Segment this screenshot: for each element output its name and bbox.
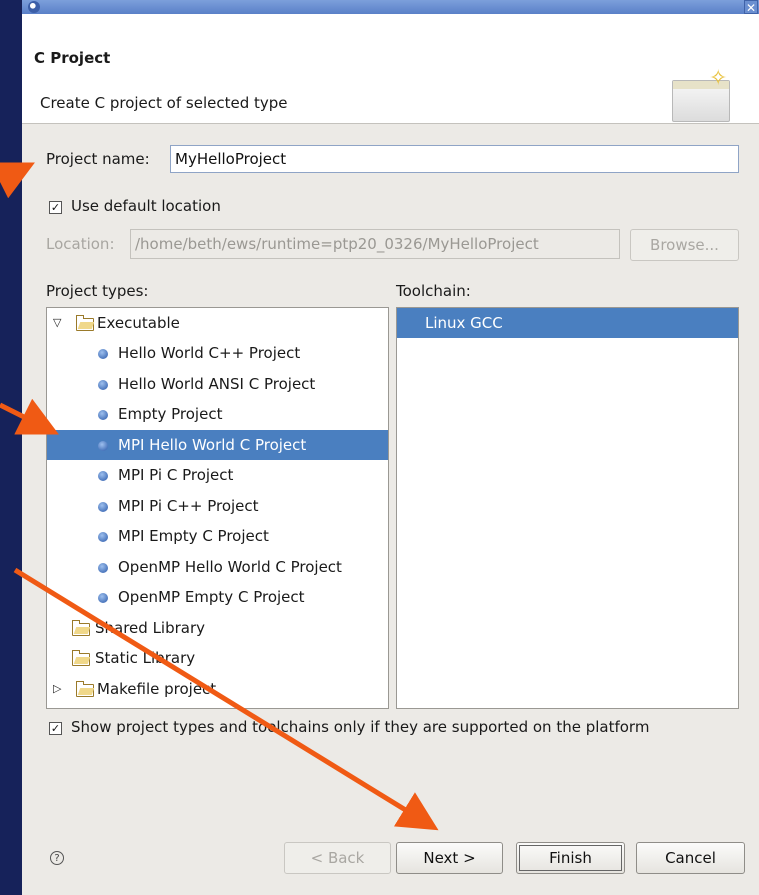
tree-item-label: Shared Library: [95, 619, 206, 637]
toolchain-item-label: Linux GCC: [425, 314, 503, 332]
back-button[interactable]: < Back: [284, 842, 391, 874]
tree-item-mpi-pi-cpp[interactable]: MPI Pi C++ Project: [47, 491, 388, 521]
cancel-button[interactable]: Cancel: [636, 842, 745, 874]
project-bullet-icon: [98, 441, 108, 451]
folder-icon: [72, 650, 90, 666]
page-description: Create C project of selected type: [40, 94, 288, 112]
expand-triangle-icon[interactable]: ▽: [53, 308, 61, 338]
project-bullet-icon: [98, 349, 108, 359]
project-bullet-icon: [98, 502, 108, 512]
project-bullet-icon: [98, 532, 108, 542]
use-default-location-label: Use default location: [71, 197, 221, 215]
eclipse-icon: [28, 1, 40, 13]
supported-only-checkbox[interactable]: ✓: [49, 722, 62, 735]
tree-item-mpi-empty-c[interactable]: MPI Empty C Project: [47, 521, 388, 551]
project-bullet-icon: [98, 563, 108, 573]
project-types-label: Project types:: [46, 282, 149, 300]
tree-item-label: OpenMP Hello World C Project: [118, 558, 342, 576]
tree-item-label: MPI Pi C++ Project: [118, 497, 259, 515]
supported-only-label: Show project types and toolchains only i…: [71, 718, 650, 736]
tree-item-label: MPI Pi C Project: [118, 466, 234, 484]
project-name-input[interactable]: [170, 145, 739, 173]
help-icon[interactable]: ?: [50, 851, 64, 865]
toolchain-list[interactable]: Linux GCC: [396, 307, 739, 709]
wizard-banner-icon: ✧: [667, 66, 733, 122]
tree-item-openmp-hello-world-c[interactable]: OpenMP Hello World C Project: [47, 552, 388, 582]
tree-item-label: Empty Project: [118, 405, 223, 423]
collapse-triangle-icon[interactable]: ▷: [53, 674, 61, 704]
tree-item-mpi-pi-c[interactable]: MPI Pi C Project: [47, 460, 388, 490]
tree-item-hello-world-cpp[interactable]: Hello World C++ Project: [47, 338, 388, 368]
folder-icon: [76, 681, 94, 697]
new-c-project-dialog: ✕ C Project Create C project of selected…: [22, 0, 759, 895]
project-bullet-icon: [98, 471, 108, 481]
toolchain-item-linux-gcc[interactable]: Linux GCC: [397, 308, 738, 338]
project-bullet-icon: [98, 410, 108, 420]
browse-button[interactable]: Browse...: [630, 229, 739, 261]
folder-open-icon: [76, 315, 94, 331]
close-button[interactable]: ✕: [744, 0, 758, 15]
tree-item-executable[interactable]: ▽ Executable: [47, 308, 388, 338]
title-bar: ✕: [22, 0, 759, 15]
location-input[interactable]: [130, 229, 620, 259]
tree-item-label: MPI Hello World C Project: [118, 436, 307, 454]
tree-item-openmp-empty-c[interactable]: OpenMP Empty C Project: [47, 582, 388, 612]
project-name-label: Project name:: [46, 150, 150, 168]
tree-item-shared-library[interactable]: Shared Library: [47, 613, 388, 643]
tree-item-static-library[interactable]: Static Library: [47, 643, 388, 673]
wizard-header: C Project Create C project of selected t…: [22, 14, 759, 124]
tree-item-label: Hello World ANSI C Project: [118, 375, 316, 393]
project-types-tree[interactable]: ▽ Executable Hello World C++ Project Hel…: [46, 307, 389, 709]
tree-item-mpi-hello-world-c[interactable]: MPI Hello World C Project: [47, 430, 388, 460]
project-bullet-icon: [98, 380, 108, 390]
next-button[interactable]: Next >: [396, 842, 503, 874]
tree-item-label: Executable: [97, 314, 180, 332]
tree-item-label: Hello World C++ Project: [118, 344, 301, 362]
toolchain-label: Toolchain:: [396, 282, 471, 300]
page-title: C Project: [34, 49, 111, 67]
background-window-edge: [0, 0, 22, 895]
location-label: Location:: [46, 235, 115, 253]
tree-item-makefile-project[interactable]: ▷ Makefile project: [47, 674, 388, 704]
tree-item-label: Makefile project: [97, 680, 217, 698]
finish-button[interactable]: Finish: [516, 842, 625, 874]
project-bullet-icon: [98, 593, 108, 603]
tree-item-hello-world-ansi-c[interactable]: Hello World ANSI C Project: [47, 369, 388, 399]
use-default-location-checkbox[interactable]: ✓: [49, 201, 62, 214]
tree-item-label: MPI Empty C Project: [118, 527, 269, 545]
tree-item-label: Static Library: [95, 649, 196, 667]
tree-item-empty-project[interactable]: Empty Project: [47, 399, 388, 429]
tree-item-label: OpenMP Empty C Project: [118, 588, 305, 606]
folder-icon: [72, 620, 90, 636]
